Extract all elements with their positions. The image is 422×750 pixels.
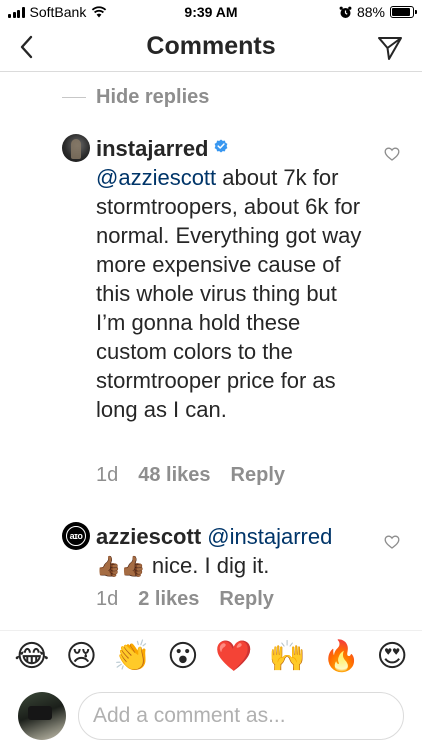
comment-text: about 7k for stormtroopers, about 6k for… xyxy=(96,165,362,422)
battery-percent: 88% xyxy=(356,4,385,20)
avatar-figure xyxy=(71,139,81,159)
emoji-button[interactable]: 👏 xyxy=(113,641,150,672)
divider xyxy=(62,97,86,98)
battery-icon xyxy=(390,6,417,18)
alarm-clock-icon xyxy=(339,6,352,18)
emoji-button[interactable]: 😂 xyxy=(14,641,49,672)
comment-username[interactable]: azziescott xyxy=(96,524,201,549)
avatar-logo: aɪo xyxy=(66,526,86,546)
verified-badge-icon xyxy=(214,139,227,153)
thumbs-up-emoji: 👍🏾👍🏾 xyxy=(96,556,146,578)
comment-input[interactable] xyxy=(78,692,404,740)
comment-age: 1d xyxy=(96,588,119,610)
avatar-camera-shape xyxy=(28,706,52,720)
heart-outline-icon[interactable] xyxy=(384,534,400,550)
comment-likes-link[interactable]: 48 likes xyxy=(138,464,210,487)
comment-mention[interactable]: @azziescott xyxy=(96,165,216,190)
emoji-button[interactable]: 🙌 xyxy=(269,641,306,672)
comment-meta: 1d 48 likes Reply xyxy=(96,464,285,487)
paper-plane-icon xyxy=(378,37,402,60)
hide-replies-label: Hide replies xyxy=(96,86,210,108)
emoji-quick-bar: 😂 😢 👏 😮 ❤️ 🙌 🔥 😍 xyxy=(0,630,422,682)
avatar[interactable] xyxy=(62,134,90,162)
comment-item: aɪo azziescott @instajarred 👍🏾👍🏾 nice. I… xyxy=(0,522,422,622)
comment-body: azziescott @instajarred 👍🏾👍🏾 nice. I dig… xyxy=(96,522,366,582)
status-right: 88% xyxy=(339,4,417,20)
page-title: Comments xyxy=(146,32,276,60)
emoji-button[interactable]: ❤️ xyxy=(215,641,252,672)
comment-item: instajarred @azziescott about 7k for sto… xyxy=(0,134,422,494)
comment-mention[interactable]: @instajarred xyxy=(207,524,332,549)
comment-likes-link[interactable]: 2 likes xyxy=(138,588,199,611)
nav-bar: Comments xyxy=(0,24,422,72)
avatar[interactable]: aɪo xyxy=(62,522,90,550)
status-bar: SoftBank 9:39 AM 88% xyxy=(0,0,422,24)
comment-body: instajarred @azziescott about 7k for sto… xyxy=(96,134,366,424)
emoji-button[interactable]: 😍 xyxy=(376,641,407,672)
heart-outline-icon[interactable] xyxy=(384,146,400,162)
emoji-button[interactable]: 🔥 xyxy=(323,641,360,672)
my-avatar xyxy=(18,692,66,740)
comment-username[interactable]: instajarred xyxy=(96,136,209,161)
emoji-button[interactable]: 😢 xyxy=(66,641,97,672)
hide-replies-toggle[interactable]: Hide replies xyxy=(62,86,209,109)
comment-meta: 1d 2 likes Reply xyxy=(96,588,274,611)
comment-age: 1d xyxy=(96,464,119,486)
comment-input-bar xyxy=(0,684,422,750)
comment-text: nice. I dig it. xyxy=(145,553,270,578)
send-direct-button[interactable] xyxy=(376,34,404,62)
reply-button[interactable]: Reply xyxy=(231,464,285,487)
reply-button[interactable]: Reply xyxy=(219,588,273,611)
emoji-button[interactable]: 😮 xyxy=(167,641,198,672)
battery-fill xyxy=(392,8,410,16)
